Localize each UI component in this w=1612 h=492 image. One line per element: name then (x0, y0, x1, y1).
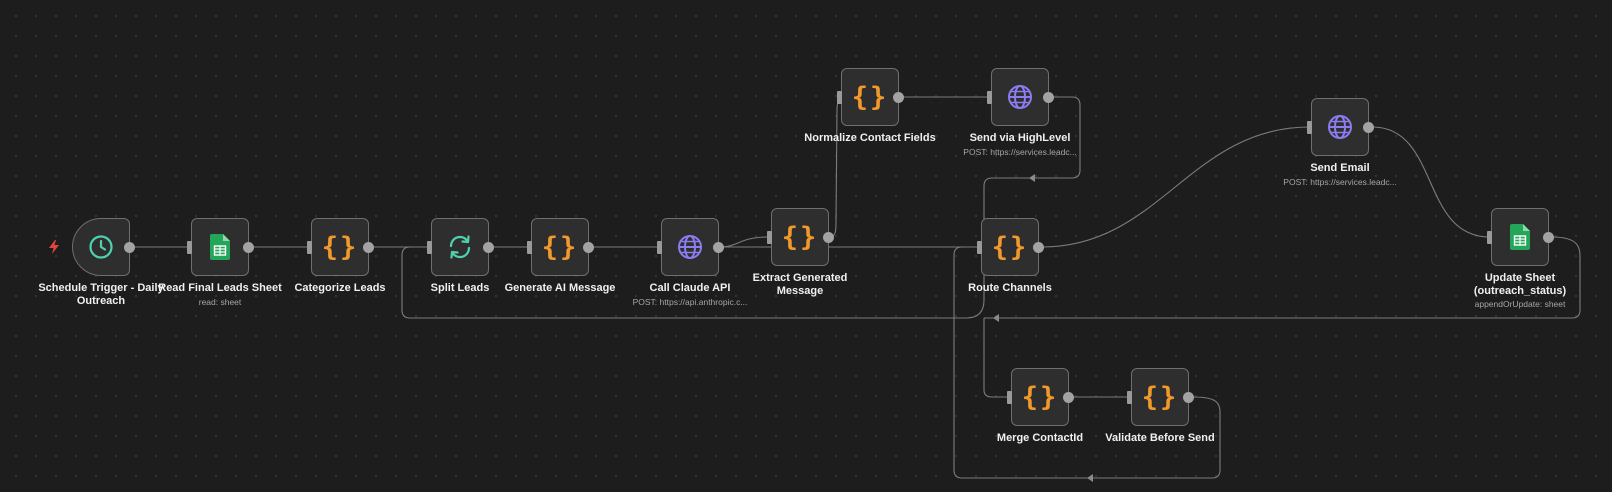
node-label: Route Channels (935, 282, 1085, 295)
node-label-text: Validate Before Send (1105, 432, 1215, 444)
clock-icon (88, 234, 114, 260)
output-handle[interactable] (363, 242, 374, 253)
code-icon: {} (541, 231, 579, 263)
input-handle[interactable] (977, 241, 982, 254)
edge-arrow (1029, 174, 1035, 182)
node-label: Generate AI Message (485, 282, 635, 295)
output-handle[interactable] (1063, 392, 1074, 403)
code-icon: {} (991, 231, 1029, 263)
input-handle[interactable] (767, 231, 772, 244)
node-label: Send via HighLevel (945, 132, 1095, 145)
input-handle[interactable] (187, 241, 192, 254)
code-icon: {} (781, 221, 819, 253)
node-subtitle: read: sheet (198, 297, 242, 307)
output-handle[interactable] (483, 242, 494, 253)
output-handle[interactable] (893, 92, 904, 103)
node-subtitle: appendOrUpdate: sheet (1474, 299, 1566, 309)
node-label-text: Extract Generated Message (752, 272, 848, 297)
node-label-text: Normalize Contact Fields (804, 132, 936, 144)
node-split-leads[interactable] (427, 218, 494, 276)
output-handle[interactable] (1043, 92, 1054, 103)
input-handle[interactable] (427, 241, 432, 254)
output-handle[interactable] (713, 242, 724, 253)
loop-icon (447, 234, 473, 260)
google-sheets-icon (1510, 224, 1530, 250)
code-icon: {} (321, 231, 359, 263)
node-merge-contactid[interactable]: {} (1007, 368, 1074, 426)
node-label-text: Merge ContactId (996, 432, 1084, 444)
edge-extract-to-normalize[interactable] (829, 96, 841, 238)
trigger-bolt-icon (48, 240, 60, 259)
node-update-sheet[interactable] (1487, 208, 1554, 266)
node-subtitle: POST: https://services.leadc... (963, 147, 1077, 157)
edge-arrow (993, 314, 999, 322)
node-subtitle: POST: https://api.anthropic.c... (632, 297, 748, 307)
workflow-canvas[interactable]: Schedule Trigger - Daily Outreach Read F… (0, 0, 1612, 492)
input-handle[interactable] (987, 91, 992, 104)
google-sheets-icon (210, 234, 230, 260)
node-validate-before-send[interactable]: {} (1127, 368, 1194, 426)
node-call-claude-api[interactable] (657, 218, 724, 276)
globe-icon (677, 234, 703, 260)
node-send-via-highlevel[interactable] (987, 68, 1054, 126)
output-handle[interactable] (1543, 232, 1554, 243)
node-label-text: Generate AI Message (504, 282, 616, 294)
edge-arrow (1087, 474, 1093, 482)
globe-icon (1327, 114, 1353, 140)
input-handle[interactable] (1487, 231, 1492, 244)
input-handle[interactable] (837, 91, 842, 104)
output-handle[interactable] (1183, 392, 1194, 403)
code-icon: {} (1141, 381, 1179, 413)
input-handle[interactable] (657, 241, 662, 254)
node-label: Update Sheet (outreach_status) (1445, 272, 1595, 298)
node-label: Validate Before Send (1085, 432, 1235, 445)
node-route-channels[interactable]: {} (977, 218, 1044, 276)
code-icon: {} (851, 81, 889, 113)
node-label-text: Read Final Leads Sheet (158, 282, 282, 294)
output-handle[interactable] (1363, 122, 1374, 133)
input-handle[interactable] (527, 241, 532, 254)
output-handle[interactable] (1033, 242, 1044, 253)
input-handle[interactable] (1007, 391, 1012, 404)
edge-route-to-merge[interactable] (983, 318, 1010, 398)
code-icon: {} (1021, 381, 1059, 413)
node-schedule-trigger[interactable] (72, 218, 135, 276)
output-handle[interactable] (243, 242, 254, 253)
node-label: Send Email (1265, 162, 1415, 175)
node-generate-ai-message[interactable]: {} (527, 218, 594, 276)
output-handle[interactable] (124, 242, 135, 253)
node-label: Extract Generated Message (725, 272, 875, 298)
edge-call-to-extract[interactable] (719, 236, 769, 248)
node-label-text: Route Channels (968, 282, 1052, 294)
output-handle[interactable] (583, 242, 594, 253)
node-label: Normalize Contact Fields (795, 132, 945, 145)
input-handle[interactable] (1307, 121, 1312, 134)
globe-icon (1007, 84, 1033, 110)
node-categorize-leads[interactable]: {} (307, 218, 374, 276)
node-read-final-leads-sheet[interactable] (187, 218, 254, 276)
node-label-text: Send via HighLevel (969, 132, 1071, 144)
node-label-text: Send Email (1310, 162, 1370, 174)
node-extract-generated-message[interactable]: {} (767, 208, 834, 266)
output-handle[interactable] (823, 232, 834, 243)
node-label-text: Split Leads (430, 282, 490, 294)
input-handle[interactable] (1127, 391, 1132, 404)
node-send-email[interactable] (1307, 98, 1374, 156)
node-label-text: Update Sheet (outreach_status) (1473, 272, 1567, 297)
node-subtitle: POST: https://services.leadc... (1283, 177, 1397, 187)
node-label-text: Call Claude API (649, 282, 731, 294)
node-label-text: Categorize Leads (294, 282, 386, 294)
input-handle[interactable] (307, 241, 312, 254)
node-normalize-contact-fields[interactable]: {} (837, 68, 904, 126)
